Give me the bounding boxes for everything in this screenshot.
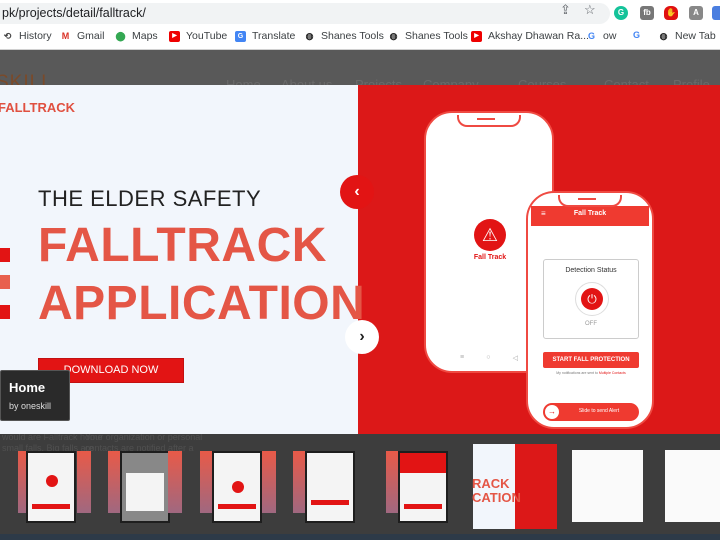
- slide-to-alert: → Slide to send Alert: [543, 403, 639, 421]
- detection-state: OFF: [585, 321, 597, 327]
- bookmark-ow[interactable]: Gow: [586, 30, 616, 42]
- thumbnail-active[interactable]: RACK CATION: [472, 444, 557, 529]
- maps-icon: ⬤: [115, 30, 126, 41]
- slide-alert-label: Slide to send Alert: [578, 408, 620, 414]
- bookmark-translate[interactable]: G Translate: [235, 30, 295, 42]
- history-icon: ⟲: [3, 30, 12, 41]
- globe-icon: ◍: [389, 30, 398, 41]
- profile-extension-icon[interactable]: [712, 6, 720, 20]
- home-icon: ○: [486, 354, 491, 361]
- falling-person-icon: ⚠: [474, 219, 506, 251]
- site-header: SKILL Home About us Projects Company ⌄ C…: [0, 50, 720, 93]
- address-bar-row: pk/projects/detail/falltrack/ ⇪ ☆ G fb ✋…: [0, 0, 720, 26]
- bookmarks-bar: ⟲ History M Gmail ⬤ Maps ▶ YouTube G Translat…: [0, 27, 720, 49]
- thumbnail[interactable]: [120, 451, 170, 523]
- power-toggle: ⏻: [575, 282, 609, 316]
- bookmark-google[interactable]: G: [631, 30, 648, 41]
- thumbnail[interactable]: [665, 450, 720, 522]
- decor-bar: [0, 305, 10, 319]
- brand-tag: FALLTRACK: [0, 100, 76, 115]
- phone-mockup-dashboard: ≡ Fall Track Detection Status ⏻ OFF STAR…: [528, 193, 652, 427]
- bookmark-star-icon[interactable]: ☆: [584, 2, 596, 18]
- bookmark-maps[interactable]: ⬤ Maps: [115, 30, 157, 42]
- thumbnail[interactable]: [26, 451, 76, 523]
- globe-icon: ◍: [659, 30, 668, 41]
- google-icon: G: [587, 30, 595, 41]
- app-name: Fall Track: [473, 254, 507, 261]
- start-fall-protection-button: START FALL PROTECTION: [543, 352, 639, 368]
- translate-icon: G: [235, 30, 246, 42]
- share-icon[interactable]: ⇪: [560, 2, 571, 18]
- bookmark-shanes-tools-2[interactable]: ◍ Shanes Tools: [388, 30, 468, 42]
- back-icon: ◁: [512, 355, 518, 362]
- app-title: Fall Track: [573, 210, 607, 217]
- decor-bar: [0, 248, 10, 262]
- slide-headline-line1: FALLTRACK: [38, 219, 327, 272]
- detection-title: Detection Status: [565, 267, 617, 274]
- bookmark-new-tab[interactable]: ◍ New Tab: [658, 30, 716, 42]
- globe-icon: ◍: [305, 30, 314, 41]
- previous-slide-button[interactable]: ‹: [340, 175, 374, 209]
- adblock-extension-icon[interactable]: ✋: [664, 6, 678, 20]
- caption-author: by oneskill: [9, 401, 52, 411]
- thumbnail[interactable]: [572, 450, 643, 522]
- next-slide-button[interactable]: ›: [345, 320, 379, 354]
- extension-icon[interactable]: A: [689, 6, 703, 20]
- phone-notch: [558, 195, 622, 207]
- fb-extension-icon[interactable]: fb: [640, 6, 654, 20]
- thumbnail[interactable]: [398, 451, 448, 523]
- arrow-right-icon: →: [545, 405, 559, 419]
- gmail-icon: M: [61, 30, 70, 41]
- thumbnail[interactable]: [305, 451, 355, 523]
- slide-eyebrow: THE ELDER SAFETY: [38, 186, 262, 211]
- youtube-icon: ▶: [169, 30, 180, 42]
- bookmark-akshay-dhawan[interactable]: ▶ Akshay Dhawan Ra...: [471, 30, 589, 42]
- notification-note: My notifications are sent to Multiple Co…: [556, 371, 626, 375]
- caption-title: Home: [9, 380, 46, 395]
- bookmark-shanes-tools-1[interactable]: ◍ Shanes Tools: [304, 30, 384, 42]
- google-icon: G: [632, 30, 640, 40]
- lightbox-caption: Home by oneskill: [0, 370, 70, 421]
- phone-notch: [457, 115, 521, 127]
- omnibox[interactable]: pk/projects/detail/falltrack/: [0, 3, 610, 24]
- decor-bar: [0, 275, 10, 289]
- grammarly-extension-icon[interactable]: G: [614, 6, 628, 20]
- thumbnail[interactable]: [212, 451, 262, 523]
- page-footer-strip: [0, 534, 720, 540]
- bookmark-gmail[interactable]: M Gmail: [60, 30, 105, 42]
- bookmark-history[interactable]: ⟲ History: [2, 30, 52, 42]
- power-icon: ⏻: [581, 288, 603, 310]
- slide-headline-line2: APPLICATION: [38, 277, 366, 330]
- detection-status-card: Detection Status ⏻ OFF: [543, 259, 639, 339]
- bookmark-youtube[interactable]: ▶ YouTube: [169, 30, 227, 42]
- youtube-icon: ▶: [471, 30, 482, 42]
- url-text[interactable]: pk/projects/detail/falltrack/: [2, 6, 146, 20]
- menu-icon: ≡: [460, 354, 465, 361]
